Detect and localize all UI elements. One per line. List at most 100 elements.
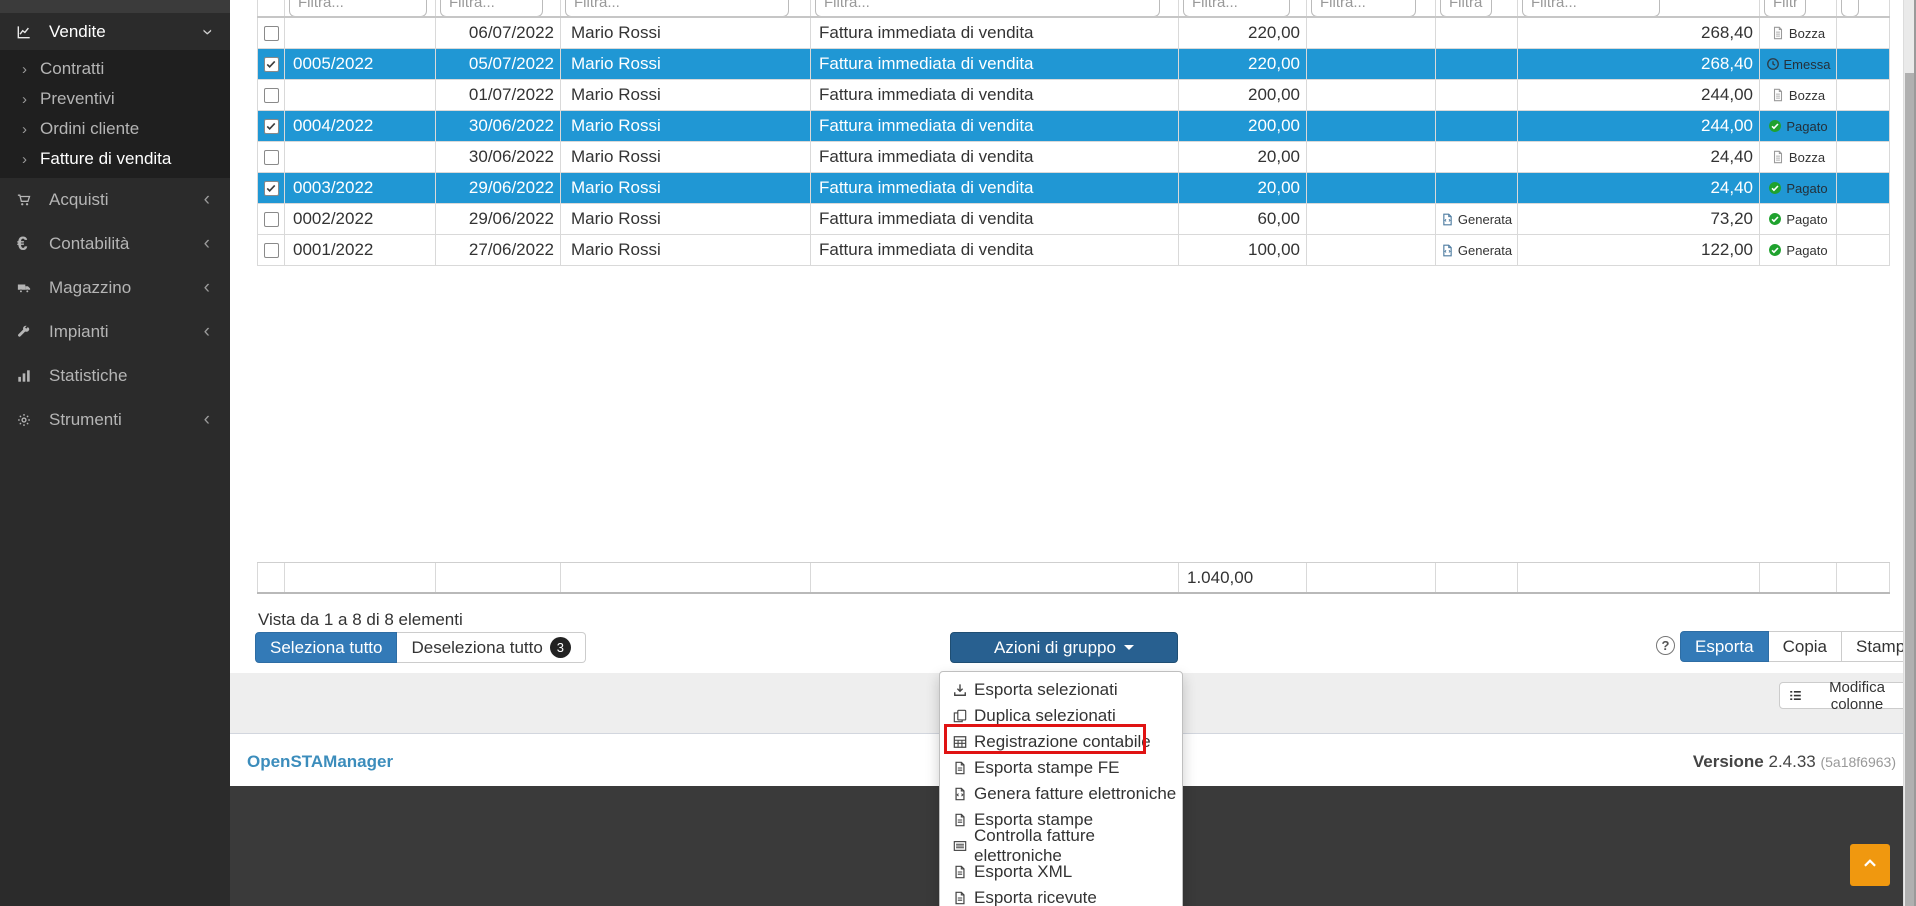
chevron-right-icon: › xyxy=(22,151,27,168)
sidebar-group-item[interactable]: Acquisti ‹ xyxy=(0,178,230,222)
cell-imponibile: 20,00 xyxy=(1179,142,1307,172)
chevron-left-icon: ‹ xyxy=(204,233,210,255)
cell-descrizione: Fattura immediata di vendita xyxy=(811,204,1179,234)
filter-data-input[interactable] xyxy=(440,0,543,16)
check-icon xyxy=(265,58,277,70)
cell-stato: Pagato xyxy=(1760,235,1837,265)
cell-data: 27/06/2022 xyxy=(436,235,561,265)
chevron-left-icon: ‹ xyxy=(204,409,210,431)
file-generated-icon xyxy=(1441,213,1454,226)
copy-icon xyxy=(953,709,967,723)
table-row[interactable]: 0001/2022 27/06/2022 Mario Rossi Fattura… xyxy=(257,235,1890,266)
cell-cliente: Mario Rossi xyxy=(561,235,811,265)
sidebar-item-vendite[interactable]: Vendite › xyxy=(0,13,230,50)
row-checkbox[interactable] xyxy=(264,26,279,41)
app-window: Vendite › › Contratti › Preventivi › Ord… xyxy=(0,0,1916,906)
sidebar-subitem[interactable]: › Contratti xyxy=(0,54,230,84)
chevron-right-icon: › xyxy=(22,121,27,138)
draft-file-icon xyxy=(1771,26,1785,40)
cell-imponibile: 100,00 xyxy=(1179,235,1307,265)
filter-stato-input[interactable] xyxy=(1764,0,1806,16)
cell-numero: 0005/2022 xyxy=(285,49,436,79)
sidebar-group-item[interactable]: Statistiche ‹ xyxy=(0,354,230,398)
sidebar-group-item[interactable]: Impianti ‹ xyxy=(0,310,230,354)
table-row[interactable]: 0005/2022 05/07/2022 Mario Rossi Fattura… xyxy=(257,49,1890,80)
row-checkbox[interactable] xyxy=(264,119,279,134)
row-checkbox[interactable] xyxy=(264,88,279,103)
caret-down-icon xyxy=(1124,645,1134,650)
cell-extra xyxy=(1837,204,1890,234)
sidebar-group-label: Acquisti xyxy=(49,190,109,210)
cell-stato: Pagato xyxy=(1760,111,1837,141)
menu-item[interactable]: Esporta ricevute xyxy=(940,885,1182,906)
cell-descrizione: Fattura immediata di vendita xyxy=(811,80,1179,110)
sidebar-group-item[interactable]: Strumenti ‹ xyxy=(0,398,230,442)
cell-imponibile: 20,00 xyxy=(1179,173,1307,203)
modify-columns-button[interactable]: Modifica colonne xyxy=(1779,682,1916,709)
table-row[interactable]: 0003/2022 29/06/2022 Mario Rossi Fattura… xyxy=(257,173,1890,204)
filter-numero-input[interactable] xyxy=(289,0,427,16)
menu-item[interactable]: Controlla fatture elettroniche xyxy=(940,833,1182,859)
status-label: Pagato xyxy=(1786,119,1827,134)
scroll-top-button[interactable] xyxy=(1850,844,1890,886)
sidebar-group-item[interactable]: € Contabilità ‹ xyxy=(0,222,230,266)
export-button[interactable]: Esporta xyxy=(1680,631,1769,662)
filter-extra-input[interactable] xyxy=(1841,0,1859,16)
filter-descrizione-input[interactable] xyxy=(815,0,1160,16)
table-row[interactable]: 06/07/2022 Mario Rossi Fattura immediata… xyxy=(257,18,1890,49)
row-checkbox[interactable] xyxy=(264,212,279,227)
cell-extra xyxy=(1837,18,1890,48)
cell-totale: 268,40 xyxy=(1518,18,1760,48)
table-row[interactable]: 0004/2022 30/06/2022 Mario Rossi Fattura… xyxy=(257,111,1890,142)
download-icon xyxy=(953,683,967,697)
menu-item[interactable]: Esporta stampe FE xyxy=(940,755,1182,781)
cell-stato: Pagato xyxy=(1760,204,1837,234)
select-all-button[interactable]: Seleziona tutto xyxy=(255,632,397,663)
cell-riba xyxy=(1307,49,1436,79)
group-actions-button[interactable]: Azioni di gruppo xyxy=(950,632,1178,663)
sidebar-submenu-vendite: › Contratti › Preventivi › Ordini client… xyxy=(0,50,230,178)
menu-item[interactable]: Registrazione contabile xyxy=(940,729,1182,755)
cell-extra xyxy=(1837,49,1890,79)
row-checkbox[interactable] xyxy=(264,181,279,196)
cell-numero: 0002/2022 xyxy=(285,204,436,234)
file-doc-icon xyxy=(953,865,967,879)
cell-select xyxy=(257,142,285,172)
row-checkbox[interactable] xyxy=(264,57,279,72)
cell-stato: Emessa xyxy=(1760,49,1837,79)
sidebar-group-item[interactable]: Magazzino ‹ xyxy=(0,266,230,310)
cell-totale: 24,40 xyxy=(1518,142,1760,172)
sidebar-group-label: Magazzino xyxy=(49,278,131,298)
cell-numero: 0003/2022 xyxy=(285,173,436,203)
chevron-right-icon: › xyxy=(22,61,27,78)
sidebar-item-label: Vendite xyxy=(49,22,106,42)
filter-cliente-input[interactable] xyxy=(565,0,789,16)
copy-button[interactable]: Copia xyxy=(1769,631,1842,662)
total-imponibile: 1.040,00 xyxy=(1179,563,1307,592)
table-row[interactable]: 30/06/2022 Mario Rossi Fattura immediata… xyxy=(257,142,1890,173)
menu-item[interactable]: Esporta selezionati xyxy=(940,677,1182,703)
filter-totale-input[interactable] xyxy=(1522,0,1660,16)
table-row[interactable]: 01/07/2022 Mario Rossi Fattura immediata… xyxy=(257,80,1890,111)
help-icon[interactable]: ? xyxy=(1656,636,1675,655)
export-button-group: Esporta Copia Stampa xyxy=(1680,631,1916,662)
menu-item[interactable]: Genera fatture elettroniche xyxy=(940,781,1182,807)
file-doc-icon xyxy=(953,891,967,905)
sidebar-top-strip xyxy=(0,0,230,13)
deselect-all-button[interactable]: Deseleziona tutto 3 xyxy=(397,632,585,663)
sidebar-subitem[interactable]: › Ordini cliente xyxy=(0,114,230,144)
filter-fe-input[interactable] xyxy=(1440,0,1492,16)
row-checkbox[interactable] xyxy=(264,243,279,258)
filter-imponibile-input[interactable] xyxy=(1183,0,1290,16)
cell-select xyxy=(257,235,285,265)
table-row[interactable]: 0002/2022 29/06/2022 Mario Rossi Fattura… xyxy=(257,204,1890,235)
group-actions-label: Azioni di gruppo xyxy=(994,638,1116,658)
filter-col7-input[interactable] xyxy=(1311,0,1416,16)
selection-button-group: Seleziona tutto Deseleziona tutto 3 xyxy=(255,632,586,663)
cell-numero: 0001/2022 xyxy=(285,235,436,265)
sidebar-subitem[interactable]: › Preventivi xyxy=(0,84,230,114)
menu-item[interactable]: Duplica selezionati xyxy=(940,703,1182,729)
sidebar-subitem[interactable]: › Fatture di vendita xyxy=(0,144,230,174)
brand-link[interactable]: OpenSTAManager xyxy=(247,752,393,772)
row-checkbox[interactable] xyxy=(264,150,279,165)
